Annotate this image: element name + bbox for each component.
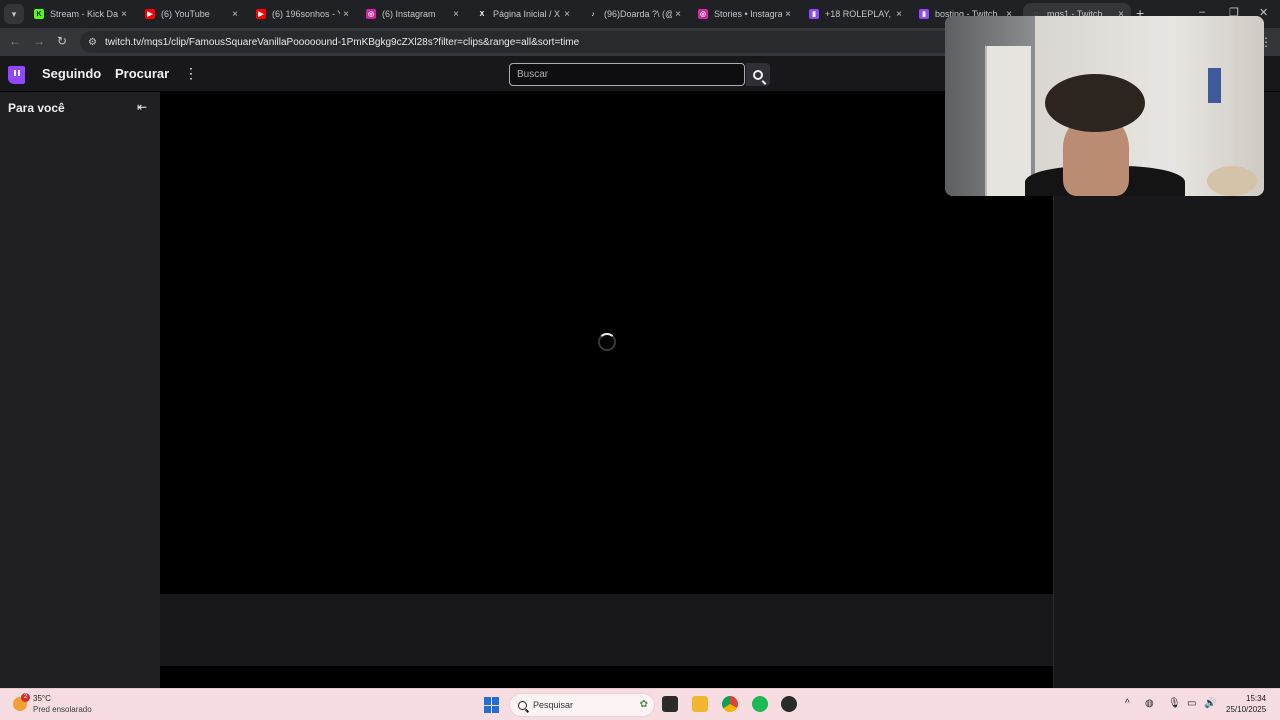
tray-security-icon[interactable]: ◍ — [1145, 698, 1154, 709]
network-icon[interactable]: ▭ — [1187, 698, 1196, 709]
tab-instagram-stories[interactable]: ◎ Stories • Instagram × — [690, 3, 798, 25]
webcam-overlay — [945, 16, 1264, 196]
reload-icon[interactable]: ↻ — [57, 34, 67, 48]
file-explorer-icon[interactable] — [692, 696, 708, 712]
weather-alert-badge: 2 — [21, 693, 30, 702]
site-info-icon[interactable]: ⚙ — [88, 37, 97, 48]
close-icon[interactable]: × — [229, 9, 241, 20]
close-icon[interactable]: × — [561, 9, 573, 20]
search-input[interactable] — [509, 63, 745, 86]
back-arrow-icon[interactable]: ← — [9, 34, 21, 48]
tab-tiktok[interactable]: ♪ (96)Doarda ?\ (@c × — [580, 3, 688, 25]
taskbar-search-placeholder: Pesquisar — [533, 700, 574, 710]
loading-spinner-icon — [598, 333, 616, 351]
clip-info-area — [160, 594, 1053, 666]
twitch-icon: ▮ — [919, 9, 929, 19]
search-icon — [753, 69, 763, 80]
page-footer-strip — [160, 666, 1053, 688]
windows-taskbar: 2 35°C Pred ensolarado Pesquisar ✿ ^ ◍ 🎙… — [0, 688, 1280, 720]
tab-youtube[interactable]: ▶ (6) YouTube × — [137, 3, 245, 25]
tray-chevron-up-icon[interactable]: ^ — [1125, 698, 1130, 709]
obs-icon[interactable] — [781, 696, 797, 712]
microphone-icon[interactable]: 🎙 — [1168, 698, 1181, 709]
tab-title: (6) 196sonhos - Y — [272, 9, 340, 19]
tab-kick[interactable]: K Stream - Kick Das × — [26, 3, 134, 25]
webcam-plush — [1207, 166, 1257, 196]
forward-arrow-icon[interactable]: → — [33, 34, 45, 48]
taskbar-search-box[interactable]: Pesquisar ✿ — [509, 693, 655, 717]
close-icon[interactable]: × — [118, 9, 130, 20]
search-button[interactable] — [746, 63, 770, 86]
left-sidebar: Para você ⇤ — [0, 92, 160, 688]
close-icon[interactable]: × — [340, 9, 352, 20]
x-logo-icon: X — [477, 9, 487, 19]
instagram-icon: ◎ — [698, 9, 708, 19]
instagram-icon: ◎ — [366, 9, 376, 19]
webcam-shelf — [985, 46, 1031, 196]
video-player[interactable] — [160, 92, 1053, 594]
weather-temperature[interactable]: 35°C — [33, 694, 51, 703]
more-options-icon[interactable]: ⋮ — [184, 65, 198, 82]
close-icon[interactable]: × — [672, 9, 684, 20]
search-highlight-icon: ✿ — [639, 699, 648, 710]
youtube-icon: ▶ — [256, 9, 266, 19]
volume-icon[interactable]: 🔊 — [1204, 698, 1216, 709]
tab-title: (6) YouTube — [161, 9, 210, 19]
clock-date[interactable]: 25/10/2025 — [1226, 705, 1266, 714]
close-icon[interactable]: × — [782, 9, 794, 20]
search-icon — [518, 700, 527, 710]
chrome-icon[interactable] — [722, 696, 738, 712]
weather-description[interactable]: Pred ensolarado — [33, 705, 92, 714]
nav-following-link[interactable]: Seguindo — [42, 66, 101, 81]
nav-browse-link[interactable]: Procurar — [115, 66, 169, 81]
tab-x[interactable]: X Página Inicial / X × — [469, 3, 577, 25]
youtube-icon: ▶ — [145, 9, 155, 19]
tab-title: Stream - Kick Das — [50, 9, 118, 19]
tab-search-chevron-icon[interactable]: ▾ — [4, 4, 24, 24]
tiktok-icon: ♪ — [588, 9, 598, 19]
tab-twitch-roleplay[interactable]: ▮ +18 ROLEPLAY, C × — [801, 3, 909, 25]
tab-title: (6) Instagram — [382, 9, 436, 19]
url-text[interactable]: twitch.tv/mqs1/clip/FamousSquareVanillaP… — [105, 37, 579, 48]
tab-title: Página Inicial / X — [493, 9, 561, 19]
webcam-poster — [1208, 68, 1221, 103]
tab-title: (96)Doarda ?\ (@c — [604, 9, 672, 19]
twitch-icon: ▮ — [809, 9, 819, 19]
tab-title: +18 ROLEPLAY, C — [825, 9, 893, 19]
close-icon[interactable]: × — [893, 9, 905, 20]
twitch-logo-icon[interactable] — [8, 66, 25, 84]
clock-time[interactable]: 15:34 — [1246, 694, 1266, 703]
kick-icon: K — [34, 9, 44, 19]
tab-youtube-196sonhos[interactable]: ▶ (6) 196sonhos - Y × — [248, 3, 356, 25]
spotify-icon[interactable] — [752, 696, 768, 712]
task-view-icon[interactable] — [662, 696, 678, 712]
webcam-person-hair — [1045, 74, 1145, 132]
collapse-sidebar-icon[interactable]: ⇤ — [137, 100, 147, 114]
tab-instagram[interactable]: ◎ (6) Instagram × — [358, 3, 466, 25]
close-icon[interactable]: × — [450, 9, 462, 20]
sidebar-title: Para você — [8, 101, 65, 115]
tab-title: Stories • Instagram — [714, 9, 782, 19]
windows-start-icon[interactable] — [484, 697, 500, 713]
